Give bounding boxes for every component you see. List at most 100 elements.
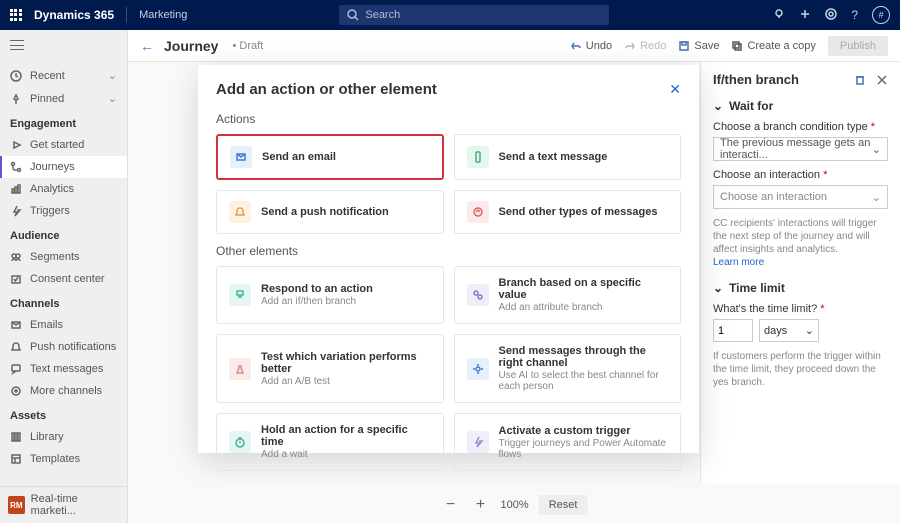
tile-respond-action[interactable]: Respond to an actionAdd an if/then branc… [216,266,444,324]
help-icon[interactable]: ? [851,8,858,22]
delete-icon[interactable] [854,74,866,86]
chevron-down-icon: ⌄ [713,281,723,295]
sidebar-item-label: Pinned [30,93,64,105]
tile-subtitle: Add an attribute branch [499,302,669,313]
global-search[interactable]: Search [339,5,609,25]
sidebar-area-switcher[interactable]: RM Real-time marketi... [0,486,127,523]
interaction-select[interactable]: Choose an interaction⌄ [713,185,888,209]
undo-button[interactable]: Undo [570,40,612,52]
tile-title: Test which variation performs better [261,351,431,375]
sidebar-item-pinned[interactable]: Pinned ⌄ [0,87,127,110]
undo-icon [570,40,582,52]
attribute-icon [467,284,489,306]
tile-title: Send a push notification [261,206,389,218]
sidebar-item-triggers[interactable]: Triggers [0,200,127,222]
search-icon [347,9,359,21]
tile-subtitle: Trigger journeys and Power Automate flow… [499,438,669,460]
properties-panel: If/then branch ⌄Wait for Choose a branch… [700,62,900,483]
tile-ab-test[interactable]: Test which variation performs betterAdd … [216,334,444,403]
user-avatar[interactable]: # [872,6,890,24]
trigger-icon [10,205,22,217]
time-limit-section-header[interactable]: ⌄Time limit [713,281,888,295]
tile-branch-value[interactable]: Branch based on a specific valueAdd an a… [454,266,682,324]
sidebar-item-text-messages[interactable]: Text messages [0,358,127,380]
back-button[interactable]: ← [140,38,154,54]
area-label: Real-time marketi... [31,493,119,517]
panel-title: If/then branch [713,72,799,87]
chevron-down-icon: ⌄ [805,324,814,337]
chevron-down-icon: ⌄ [108,92,117,105]
tile-title: Send other types of messages [499,206,658,218]
tile-hold-action[interactable]: Hold an action for a specific timeAdd a … [216,413,444,471]
app-name: Dynamics 365 [34,8,114,22]
tile-title: Branch based on a specific value [499,277,669,301]
condition-type-select[interactable]: The previous message gets an interacti..… [713,137,888,161]
condition-type-label: Choose a branch condition type * [713,121,888,133]
tile-custom-trigger[interactable]: Activate a custom triggerTrigger journey… [454,413,682,471]
more-icon [10,385,22,397]
page-title: Journey [164,38,218,54]
zoom-in-button[interactable]: + [471,495,491,515]
sidebar-item-journeys[interactable]: Journeys [0,156,127,178]
sidebar-item-label: Push notifications [30,341,116,353]
wait-for-section-header[interactable]: ⌄Wait for [713,99,888,113]
tile-send-email[interactable]: Send an email [216,134,444,180]
settings-icon[interactable] [825,8,837,23]
sidebar-item-more-channels[interactable]: More channels [0,380,127,402]
time-limit-help-text: If customers perform the trigger within … [713,350,888,389]
chevron-down-icon: ⌄ [108,69,117,82]
journey-icon [10,161,22,173]
segments-icon [10,251,22,263]
top-bar: Dynamics 365 Marketing Search ? # [0,0,900,30]
modal-close-button[interactable]: ✕ [669,81,681,98]
tile-send-text[interactable]: Send a text message [454,134,682,180]
sidebar-item-segments[interactable]: Segments [0,246,127,268]
publish-button[interactable]: Publish [828,36,888,56]
sidebar-item-label: Consent center [30,273,105,285]
sidebar-item-get-started[interactable]: Get started [0,134,127,156]
flask-icon [229,358,251,380]
redo-button[interactable]: Redo [624,40,666,52]
sidebar-item-consent[interactable]: Consent center [0,268,127,290]
tile-title: Hold an action for a specific time [261,424,431,448]
lightbulb-icon[interactable] [773,8,785,23]
sidebar-item-label: Emails [30,319,63,331]
zoom-controls: − + 100% Reset [441,495,588,515]
sidebar-item-recent[interactable]: Recent ⌄ [0,64,127,87]
app-launcher-icon[interactable] [10,9,22,21]
email-icon [230,146,252,168]
sidebar-item-emails[interactable]: Emails [0,314,127,336]
sidebar-item-label: More channels [30,385,102,397]
time-value-input[interactable] [713,319,753,342]
tile-title: Send a text message [499,151,608,163]
actions-heading: Actions [216,112,681,126]
sidebar-heading-assets: Assets [0,402,127,426]
sidebar-item-push[interactable]: Push notifications [0,336,127,358]
interaction-label: Choose an interaction * [713,169,888,181]
sidebar-item-label: Text messages [30,363,103,375]
create-copy-button[interactable]: Create a copy [731,40,815,52]
branch-icon [229,284,251,306]
zoom-reset-button[interactable]: Reset [539,495,588,515]
tile-send-push[interactable]: Send a push notification [216,190,444,234]
tile-send-other[interactable]: Send other types of messages [454,190,682,234]
sidebar-item-label: Segments [30,251,80,263]
sidebar-item-library[interactable]: Library [0,426,127,448]
add-icon[interactable] [799,8,811,23]
save-button[interactable]: Save [678,40,719,52]
hamburger-icon[interactable] [10,40,24,50]
zoom-out-button[interactable]: − [441,495,461,515]
search-placeholder: Search [365,9,400,21]
sidebar-item-analytics[interactable]: Analytics [0,178,127,200]
time-unit-select[interactable]: days⌄ [759,319,819,342]
top-actions: ? # [773,6,890,24]
sidebar-heading-audience: Audience [0,222,127,246]
close-icon[interactable] [876,74,888,86]
save-icon [678,40,690,52]
tile-right-channel[interactable]: Send messages through the right channelU… [454,334,682,403]
tile-title: Activate a custom trigger [499,425,669,437]
modal-title: Add an action or other element [216,81,437,98]
chevron-down-icon: ⌄ [713,99,723,113]
learn-more-link[interactable]: Learn more [713,256,888,269]
sidebar-item-templates[interactable]: Templates [0,448,127,470]
